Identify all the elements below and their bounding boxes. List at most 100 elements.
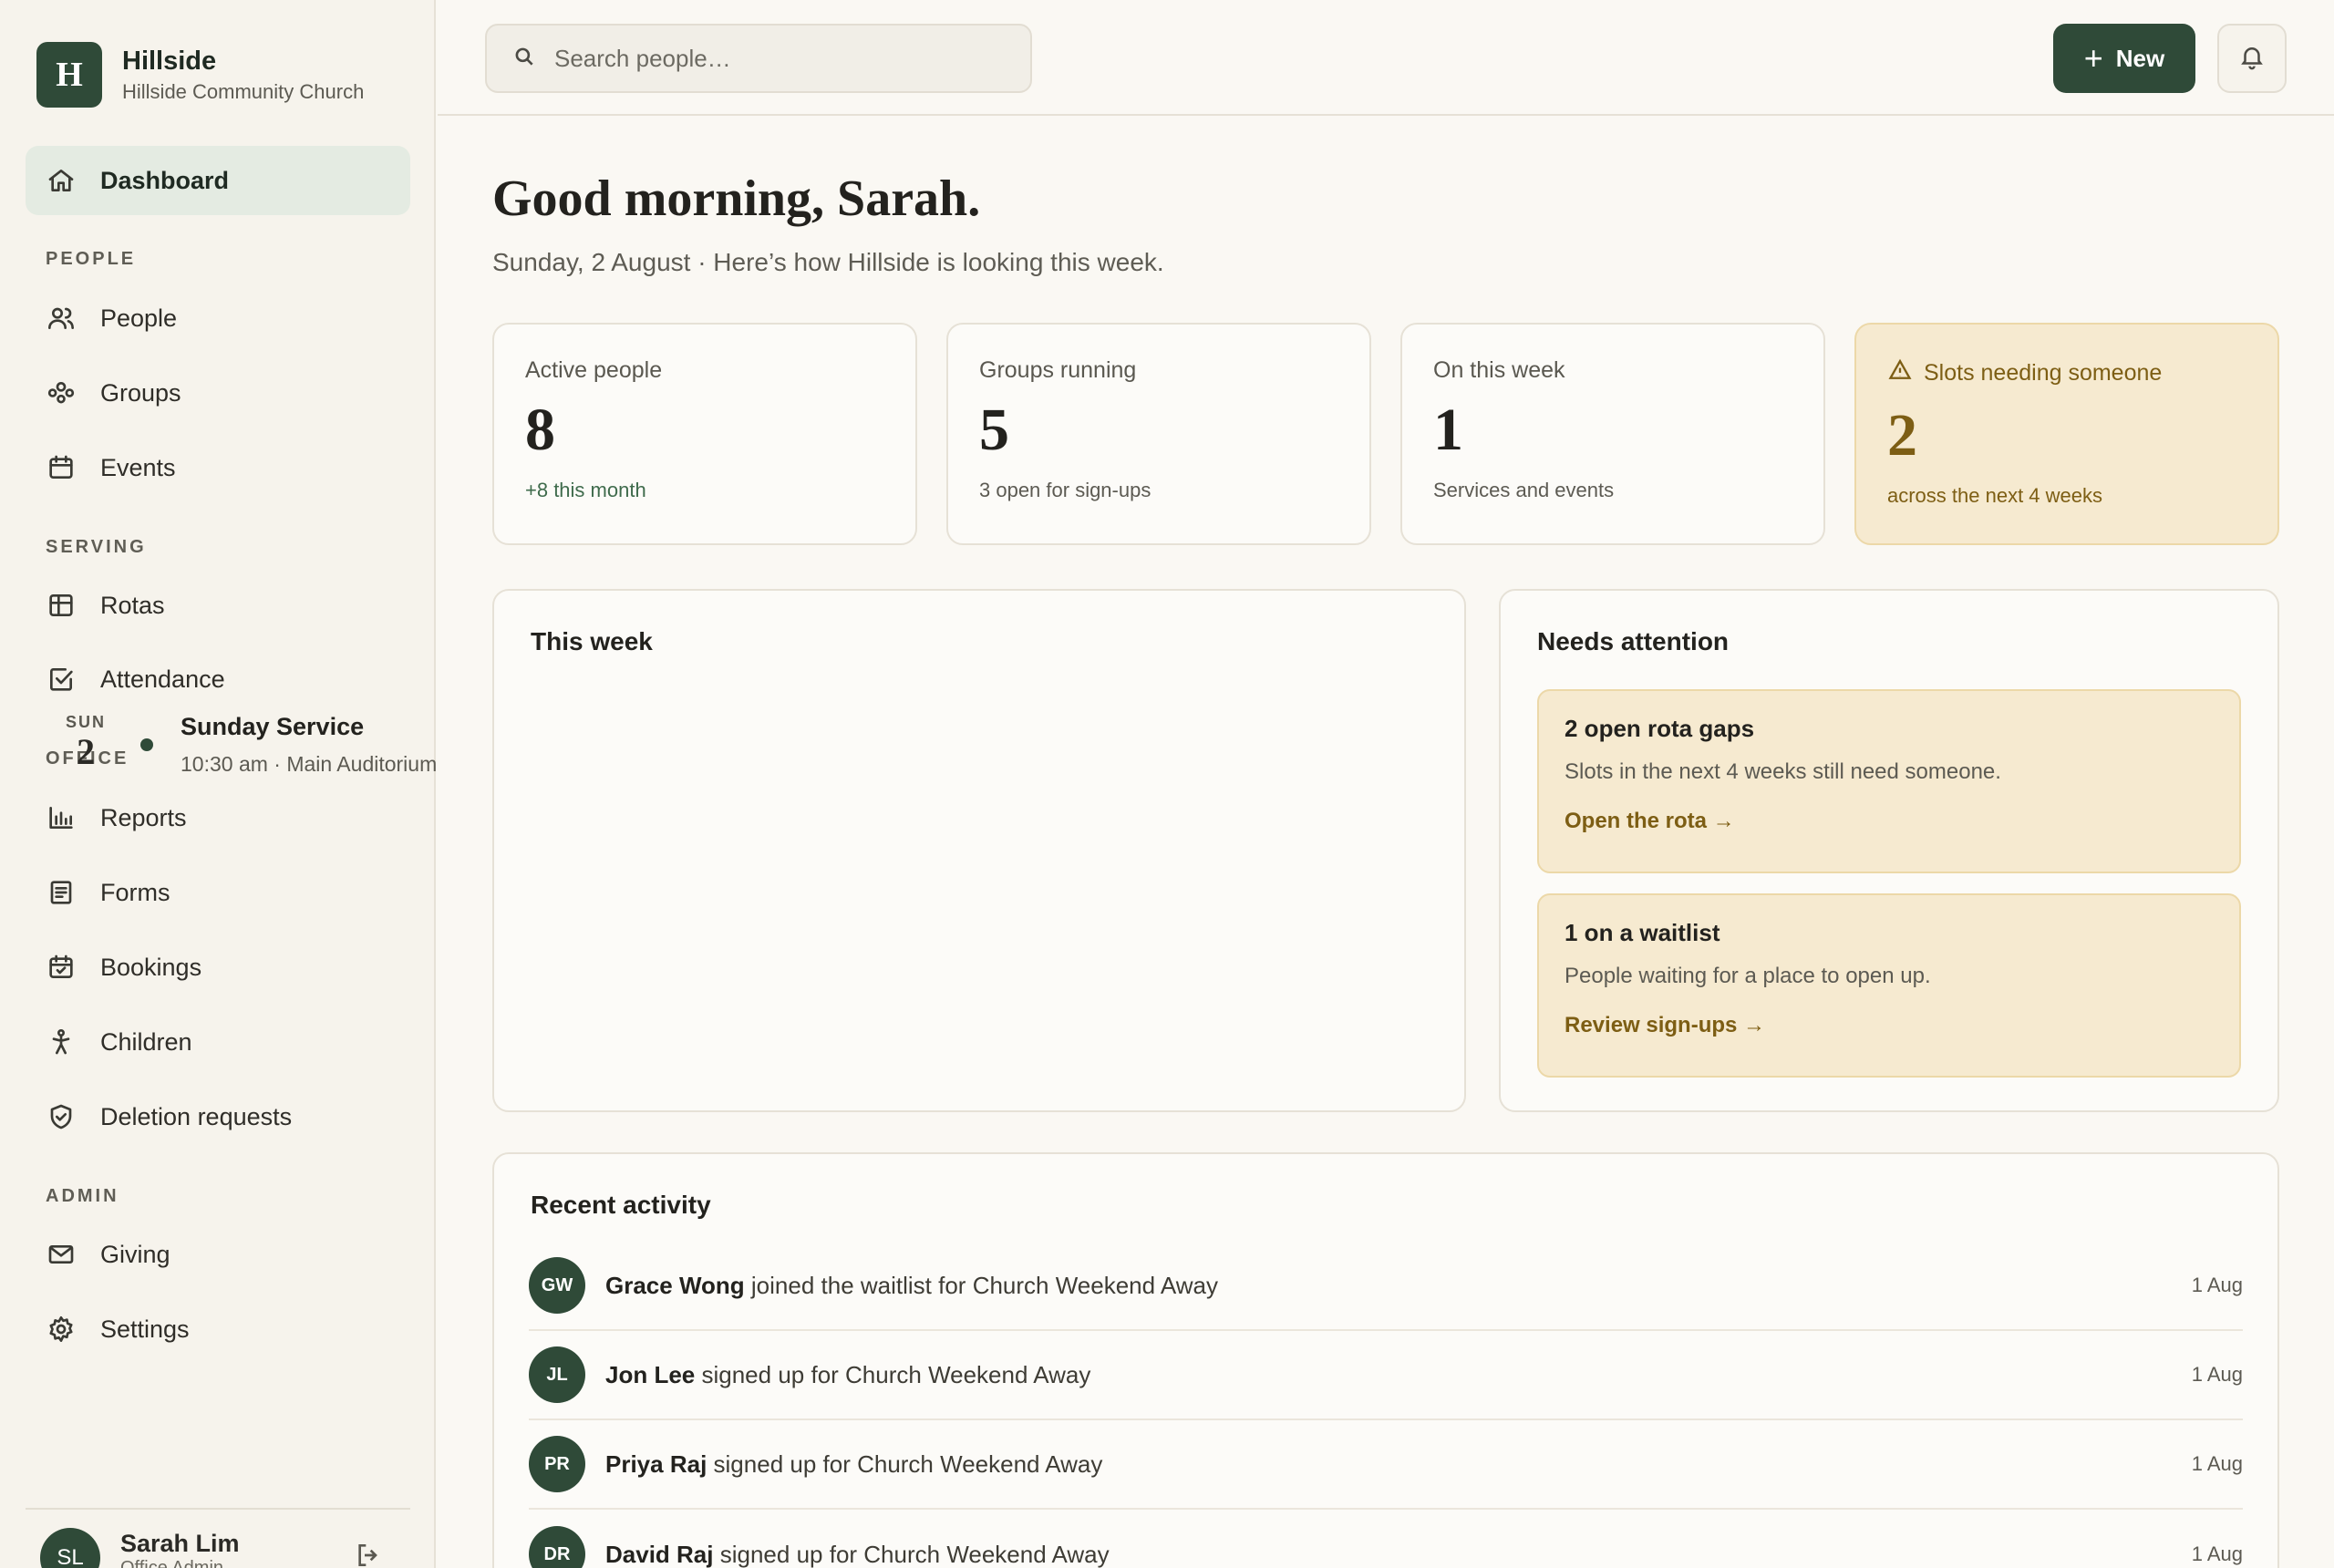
child-icon xyxy=(46,1026,77,1057)
activity-person: Priya Raj xyxy=(605,1449,707,1478)
brand[interactable]: H Hillside Hillside Community Church xyxy=(36,42,364,108)
activity-action: signed up for Church Weekend Away xyxy=(713,1449,1103,1478)
nav-section-people: PEOPLE xyxy=(46,249,137,269)
sidebar-item-label: Events xyxy=(100,453,176,481)
checkbox-icon xyxy=(46,664,77,695)
event-item[interactable]: SUN 2 Sunday Service 10:30 am · Main Aud… xyxy=(60,713,437,777)
activity-text: David Raj signed up for Church Weekend A… xyxy=(605,1541,1110,1568)
new-button[interactable]: + New xyxy=(2053,24,2195,93)
stat-card-slots-needing-someone[interactable]: Slots needing someone 2 across the next … xyxy=(1854,323,2279,545)
user-name: Sarah Lim xyxy=(120,1530,240,1557)
stat-label: On this week xyxy=(1433,357,1565,383)
avatar: DR xyxy=(529,1526,585,1568)
activity-item[interactable]: JL Jon Lee signed up for Church Weekend … xyxy=(529,1331,2243,1420)
attention-description: Slots in the next 4 weeks still need som… xyxy=(1565,759,2001,784)
user-profile[interactable]: SL Sarah Lim Office Admin xyxy=(40,1528,240,1568)
sidebar-item-label: Giving xyxy=(100,1240,170,1268)
bell-icon xyxy=(2238,43,2266,75)
topbar: + New xyxy=(438,0,2334,116)
stat-note: 3 open for sign-ups xyxy=(979,479,1152,501)
nav-section-serving: SERVING xyxy=(46,537,147,557)
attention-card-rota-gaps: 2 open rota gaps Slots in the next 4 wee… xyxy=(1537,689,2241,873)
home-icon xyxy=(46,165,77,196)
activity-action: signed up for Church Weekend Away xyxy=(701,1360,1091,1388)
activity-item[interactable]: DR David Raj signed up for Church Weeken… xyxy=(529,1510,2243,1568)
stat-card-active-people[interactable]: Active people 8 +8 this month xyxy=(492,323,917,545)
notifications-button[interactable] xyxy=(2217,24,2287,93)
stat-value: 8 xyxy=(525,397,555,463)
event-meta: 10:30 am · Main Auditorium xyxy=(181,752,438,776)
sidebar-item-people[interactable]: People xyxy=(26,284,410,353)
activity-date: 1 Aug xyxy=(2191,1542,2243,1565)
plus-icon: + xyxy=(2083,39,2103,77)
stat-card-on-this-week[interactable]: On this week 1 Services and events xyxy=(1400,323,1825,545)
envelope-icon xyxy=(46,1239,77,1270)
activity-action: signed up for Church Weekend Away xyxy=(719,1540,1110,1568)
activity-text: Grace Wong joined the waitlist for Churc… xyxy=(605,1272,1218,1300)
calendar-icon xyxy=(46,452,77,483)
stat-note: Services and events xyxy=(1433,479,1615,501)
grid-icon xyxy=(46,590,77,621)
review-signups-link[interactable]: Review sign-ups → xyxy=(1565,1013,2214,1038)
stat-note: across the next 4 weeks xyxy=(1887,484,2103,507)
gear-icon xyxy=(46,1314,77,1345)
stat-label: Slots needing someone xyxy=(1887,357,2246,389)
attention-title: 1 on a waitlist xyxy=(1565,919,1720,946)
attention-description: People waiting for a place to open up. xyxy=(1565,964,1931,988)
event-date: SUN 2 xyxy=(60,713,111,777)
brand-name: Hillside xyxy=(122,46,217,76)
stat-label: Active people xyxy=(525,357,663,383)
document-icon xyxy=(46,877,77,908)
sidebar-item-attendance[interactable]: Attendance xyxy=(26,645,410,714)
activity-item[interactable]: GW Grace Wong joined the waitlist for Ch… xyxy=(529,1242,2243,1331)
avatar: GW xyxy=(529,1257,585,1314)
stat-value: 2 xyxy=(1887,402,1917,469)
activity-date: 1 Aug xyxy=(2191,1363,2243,1386)
search-icon xyxy=(512,45,536,73)
sidebar-item-label: Dashboard xyxy=(100,166,230,194)
calendar-check-icon xyxy=(46,952,77,983)
search-box[interactable] xyxy=(485,24,1032,93)
stat-card-groups-running[interactable]: Groups running 5 3 open for sign-ups xyxy=(946,323,1371,545)
stat-value: 1 xyxy=(1433,397,1463,463)
event-info: Sunday Service 10:30 am · Main Auditoriu… xyxy=(181,713,437,777)
sidebar-item-bookings[interactable]: Bookings xyxy=(26,933,410,1002)
sidebar-item-rotas[interactable]: Rotas xyxy=(26,571,410,640)
search-input[interactable] xyxy=(554,44,1010,73)
sidebar-item-deletion-requests[interactable]: Deletion requests xyxy=(26,1082,410,1151)
panel-title: Recent activity xyxy=(531,1191,711,1219)
sidebar-item-reports[interactable]: Reports xyxy=(26,783,410,852)
event-day: 2 xyxy=(77,731,95,772)
sidebar-item-dashboard[interactable]: Dashboard xyxy=(26,146,410,215)
sidebar-item-label: Groups xyxy=(100,378,181,407)
attention-title: 2 open rota gaps xyxy=(1565,715,1755,742)
logout-button[interactable] xyxy=(354,1541,383,1568)
sidebar-item-forms[interactable]: Forms xyxy=(26,858,410,927)
sidebar-item-groups[interactable]: Groups xyxy=(26,358,410,428)
open-rota-link[interactable]: Open the rota → xyxy=(1565,809,2214,834)
activity-item[interactable]: PR Priya Raj signed up for Church Weeken… xyxy=(529,1420,2243,1510)
activity-date: 1 Aug xyxy=(2191,1274,2243,1296)
user-role: Office Admin xyxy=(120,1558,224,1568)
stat-value: 5 xyxy=(979,397,1009,463)
avatar: SL xyxy=(40,1528,100,1568)
sidebar-item-label: Attendance xyxy=(100,665,225,693)
sidebar-item-children[interactable]: Children xyxy=(26,1007,410,1077)
attention-card-waitlist: 1 on a waitlist People waiting for a pla… xyxy=(1537,893,2241,1078)
activity-person: Jon Lee xyxy=(605,1360,696,1388)
brand-subtitle: Hillside Community Church xyxy=(122,80,365,104)
groups-icon xyxy=(46,377,77,408)
sidebar-item-giving[interactable]: Giving xyxy=(26,1220,410,1289)
this-week-panel: This week xyxy=(492,589,1466,1112)
stat-note: +8 this month xyxy=(525,479,646,501)
panel-title: Needs attention xyxy=(1537,627,1730,655)
sidebar-item-settings[interactable]: Settings xyxy=(26,1295,410,1364)
nav-section-admin: ADMIN xyxy=(46,1186,119,1206)
stat-label-text: Slots needing someone xyxy=(1924,360,2163,386)
activity-text: Jon Lee signed up for Church Weekend Awa… xyxy=(605,1361,1090,1389)
activity-person: Grace Wong xyxy=(605,1271,745,1299)
sidebar-item-label: Forms xyxy=(100,878,170,906)
sidebar-item-label: Reports xyxy=(100,803,187,831)
sidebar-item-label: Deletion requests xyxy=(100,1102,293,1130)
sidebar-item-events[interactable]: Events xyxy=(26,433,410,502)
